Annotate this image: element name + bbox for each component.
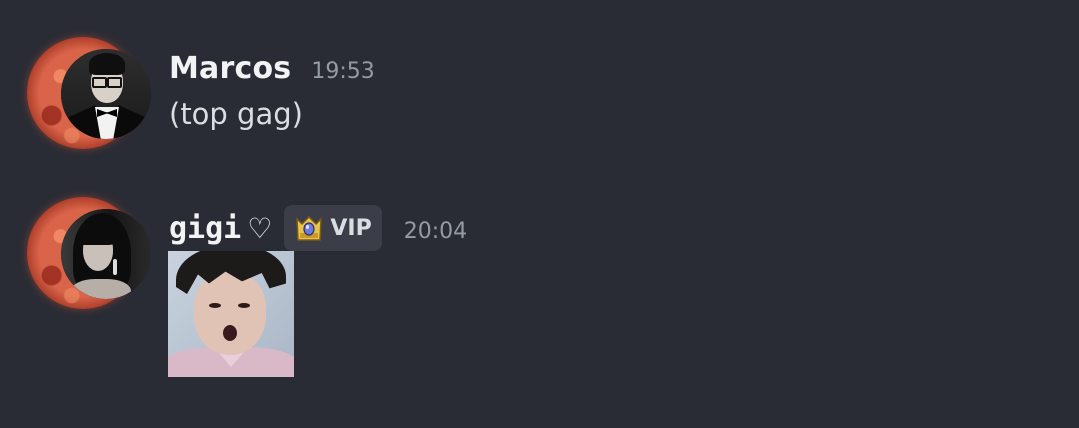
badge-label: VIP (330, 215, 372, 241)
image-attachment[interactable] (168, 251, 294, 377)
chat-message-list: Marcos 19:53 (top gag) gigi ♡ VIP 20:04 (0, 0, 1079, 428)
avatar[interactable] (27, 197, 151, 309)
username[interactable]: gigi (169, 211, 241, 246)
message-item: Marcos 19:53 (top gag) (0, 0, 1079, 180)
message-content: (top gag) (169, 97, 303, 131)
message-header: gigi ♡ VIP 20:04 (169, 204, 467, 252)
avatar-image (61, 49, 151, 139)
username[interactable]: Marcos (169, 51, 291, 86)
message-header: Marcos 19:53 (169, 48, 375, 88)
username-heart-suffix: ♡ (247, 211, 273, 245)
message-item: gigi ♡ VIP 20:04 (0, 180, 1079, 428)
avatar[interactable] (27, 37, 151, 149)
role-badge[interactable]: VIP (284, 205, 382, 251)
timestamp[interactable]: 20:04 (404, 219, 467, 244)
crown-gem-icon (296, 215, 323, 241)
avatar-image (61, 209, 151, 299)
timestamp[interactable]: 19:53 (311, 59, 374, 84)
